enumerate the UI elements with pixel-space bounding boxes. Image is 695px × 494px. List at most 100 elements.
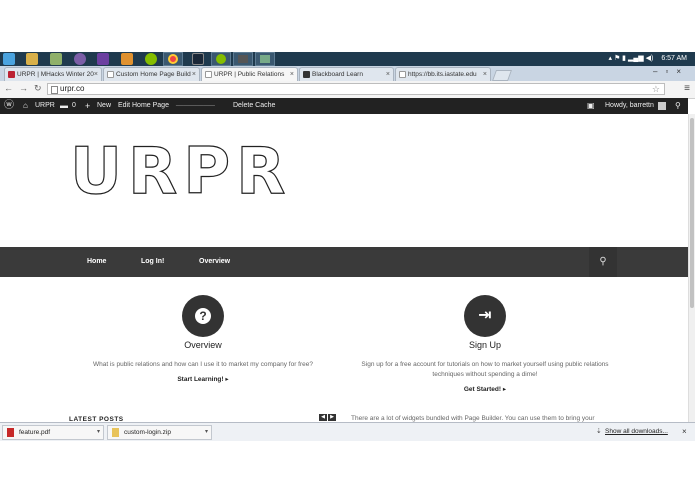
- nav-log-in[interactable]: Log In!: [141, 247, 164, 277]
- forward-icon[interactable]: →: [19, 83, 34, 93]
- close-icon[interactable]: ×: [682, 427, 687, 436]
- steam-icon[interactable]: [192, 53, 204, 65]
- page-icon: [51, 86, 58, 94]
- download-icon: ⇣: [596, 428, 602, 435]
- tab-label: Blackboard Learn: [312, 71, 363, 78]
- tab-label: https://bb.its.iastate.edu: [408, 71, 477, 78]
- nav-buttons: ←→↻: [4, 83, 48, 94]
- spotify-icon[interactable]: [145, 53, 157, 65]
- close-icon[interactable]: ×: [290, 68, 294, 81]
- tab-urpr-public-relations[interactable]: URPR | Public Relations ×: [201, 67, 298, 81]
- back-icon[interactable]: ←: [4, 83, 19, 93]
- avatar[interactable]: [658, 102, 666, 110]
- nav-home[interactable]: Home: [87, 247, 106, 277]
- page-icon: [399, 71, 406, 78]
- download-shelf: feature.pdf ▾ custom-login.zip ▾ ⇣ Show …: [0, 422, 695, 441]
- tab-label: Custom Home Page Build: [116, 71, 191, 78]
- start-learning-link[interactable]: Start Learning! ▸: [123, 375, 283, 383]
- tab-blackboard[interactable]: Blackboard Learn ×: [299, 67, 394, 81]
- main-nav: Home Log In! Overview ⚲: [0, 247, 688, 277]
- visual-studio-icon[interactable]: [97, 53, 109, 65]
- close-icon[interactable]: ×: [192, 68, 196, 81]
- download-item-zip[interactable]: custom-login.zip ▾: [107, 425, 212, 440]
- notepad-icon[interactable]: [50, 53, 62, 65]
- chrome-menu-icon[interactable]: ≡: [684, 83, 690, 94]
- tool-taskbar-button[interactable]: [255, 52, 275, 66]
- page-icon: [107, 71, 114, 78]
- clock[interactable]: 6:57 AM: [661, 55, 687, 62]
- notifications-icon[interactable]: ▣: [587, 98, 595, 114]
- page-scrollbar[interactable]: [688, 114, 695, 422]
- sublime-icon[interactable]: [121, 53, 133, 65]
- close-icon[interactable]: ×: [483, 68, 487, 81]
- page-icon: [205, 71, 212, 78]
- overview-text: What is public relations and how can I u…: [92, 361, 314, 368]
- scrollbar-thumb[interactable]: [690, 118, 694, 308]
- media-icon: [238, 55, 248, 63]
- logo-text: URPR: [69, 135, 292, 209]
- admin-bar-separator: __________: [176, 99, 215, 106]
- comments-count: 0: [72, 102, 76, 109]
- blackboard-icon: [303, 71, 310, 78]
- browser-toolbar: ←→↻ urpr.co ☆ ≡: [0, 81, 695, 99]
- plus-icon: +: [85, 101, 91, 111]
- nav-overview[interactable]: Overview: [199, 247, 230, 277]
- prev-arrow-icon[interactable]: ◀: [319, 414, 327, 421]
- windows-taskbar: ▴ ⚑ ▮ ▂▄▆ ◀) 6:57 AM: [0, 52, 695, 66]
- wp-admin-bar: ⓦ ⌂ URPR ▬ 0 + New Edit Home Page ______…: [0, 98, 688, 114]
- search-icon[interactable]: ⚲: [675, 98, 681, 114]
- new-link[interactable]: New: [97, 98, 111, 114]
- bookmark-star-icon[interactable]: ☆: [652, 84, 660, 94]
- tool-icon: [260, 55, 270, 63]
- pdf-file-icon: [7, 428, 14, 437]
- download-filename: feature.pdf: [19, 429, 51, 436]
- tray-icons[interactable]: ▴ ⚑ ▮ ▂▄▆ ◀): [608, 55, 653, 62]
- download-item-pdf[interactable]: feature.pdf ▾: [2, 425, 104, 440]
- close-icon[interactable]: ×: [386, 68, 390, 81]
- chrome-icon: [168, 54, 178, 64]
- comments-icon[interactable]: ▬: [60, 98, 68, 114]
- get-started-link[interactable]: Get Started! ▸: [405, 385, 565, 393]
- sign-up-text: Sign up for a free account for tutorials…: [361, 361, 609, 378]
- tab-iastate[interactable]: https://bb.its.iastate.edu ×: [395, 67, 491, 81]
- show-all-downloads-link[interactable]: Show all downloads...: [605, 428, 668, 435]
- delete-cache-link[interactable]: Delete Cache: [233, 98, 275, 114]
- url-text: urpr.co: [60, 84, 85, 93]
- file-explorer-icon[interactable]: [26, 53, 38, 65]
- site-logo[interactable]: URPR: [69, 135, 292, 209]
- tab-label: URPR | MHacks Winter 20: [17, 71, 94, 78]
- chrome-taskbar-button[interactable]: [163, 52, 183, 66]
- next-arrow-icon[interactable]: ▶: [328, 414, 336, 421]
- github-icon[interactable]: [74, 53, 86, 65]
- edit-home-page-link[interactable]: Edit Home Page: [118, 98, 169, 114]
- zip-file-icon: [112, 428, 119, 437]
- tab-mhacks[interactable]: URPR | MHacks Winter 20 ×: [4, 67, 102, 81]
- windows-start-icon[interactable]: [3, 53, 15, 65]
- favicon-icon: [8, 71, 15, 78]
- nav-search-icon[interactable]: ⚲: [589, 247, 617, 277]
- tab-label: URPR | Public Relations: [214, 71, 285, 78]
- overview-title: Overview: [184, 340, 222, 350]
- site-name-link[interactable]: URPR: [35, 98, 55, 114]
- system-tray: ▴ ⚑ ▮ ▂▄▆ ◀) 6:57 AM: [608, 53, 687, 65]
- download-filename: custom-login.zip: [124, 429, 171, 436]
- chevron-down-icon[interactable]: ▾: [97, 426, 100, 439]
- reload-icon[interactable]: ↻: [34, 83, 48, 93]
- home-icon: ⌂: [23, 101, 28, 110]
- address-bar[interactable]: urpr.co ☆: [47, 83, 665, 95]
- howdy-user-link[interactable]: Howdy, barrettn: [605, 98, 654, 114]
- spotify-2-icon: [216, 54, 226, 64]
- sign-up-feature-icon: ⇥: [464, 295, 506, 337]
- spotify-taskbar-button[interactable]: [211, 52, 231, 66]
- new-tab-button[interactable]: [491, 70, 513, 81]
- close-icon[interactable]: ×: [94, 68, 98, 81]
- window-controls[interactable]: –▫×: [653, 67, 689, 76]
- overview-feature-icon: ?: [182, 295, 224, 337]
- chevron-down-icon[interactable]: ▾: [205, 426, 208, 439]
- wordpress-logo-icon[interactable]: ⓦ: [4, 98, 14, 114]
- question-icon: ?: [195, 308, 211, 324]
- tab-custom-home[interactable]: Custom Home Page Build ×: [103, 67, 200, 81]
- media-taskbar-button[interactable]: [233, 52, 253, 66]
- sign-in-icon: ⇥: [478, 307, 492, 324]
- sign-up-title: Sign Up: [468, 340, 502, 350]
